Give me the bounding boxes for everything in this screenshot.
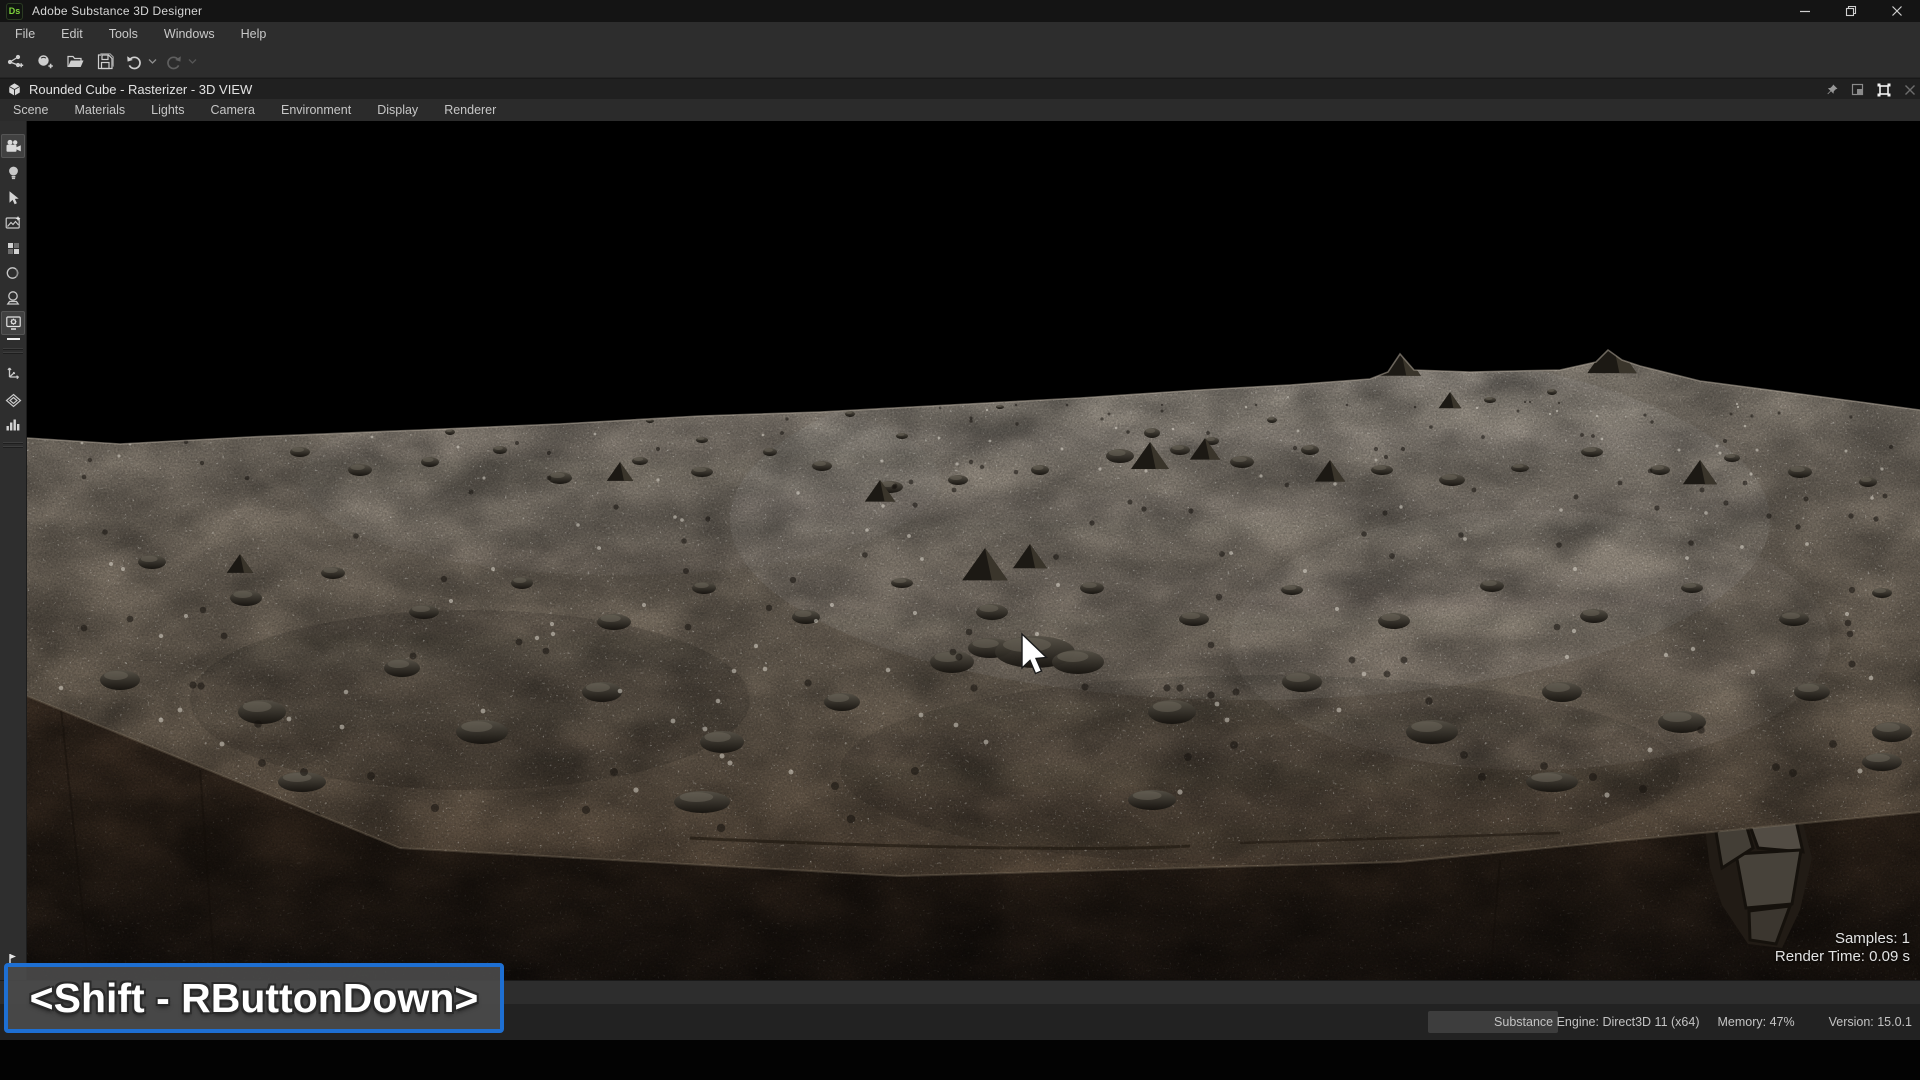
redo-options-chevron-icon[interactable]	[188, 49, 197, 75]
select-tool-icon[interactable]	[1, 186, 25, 210]
open-file-icon[interactable]	[62, 49, 88, 75]
viewport-tool-column	[0, 121, 27, 980]
maximize-icon[interactable]	[1876, 82, 1892, 98]
view-menu-materials[interactable]: Materials	[61, 99, 138, 121]
cube-icon	[7, 82, 22, 97]
undo-options-chevron-icon[interactable]	[148, 49, 157, 75]
keystroke-text: <Shift - RButtonDown>	[30, 975, 479, 1022]
window-title: Adobe Substance 3D Designer	[32, 4, 202, 18]
view-menu-environment[interactable]: Environment	[268, 99, 364, 121]
bottom-black-strip	[0, 1040, 1920, 1080]
render-time-label: Render Time: 0.09 s	[1775, 948, 1910, 966]
tool-separator	[3, 446, 23, 448]
render-settings-active-marker	[7, 338, 20, 340]
light-tool-icon[interactable]	[1, 161, 25, 185]
menu-bar: File Edit Tools Windows Help	[0, 22, 1920, 46]
tool-separator	[3, 348, 23, 350]
uv-view-icon[interactable]	[1, 388, 25, 412]
sphere-view-icon[interactable]	[1, 261, 25, 285]
menu-windows[interactable]: Windows	[151, 22, 228, 46]
menu-tools[interactable]: Tools	[96, 22, 151, 46]
menu-edit[interactable]: Edit	[48, 22, 96, 46]
dock-icon[interactable]	[1851, 83, 1864, 96]
undo-icon[interactable]	[122, 49, 146, 75]
panel-title: Rounded Cube - Rasterizer - 3D VIEW	[29, 82, 252, 97]
close-button[interactable]	[1874, 0, 1920, 22]
save-icon[interactable]	[92, 49, 118, 75]
redo-icon[interactable]	[162, 49, 186, 75]
new-package-icon[interactable]	[32, 49, 58, 75]
camera-tool-icon[interactable]	[1, 134, 25, 158]
title-bar: Ds Adobe Substance 3D Designer	[0, 0, 1920, 22]
view-menu-lights[interactable]: Lights	[138, 99, 197, 121]
restore-button[interactable]	[1828, 0, 1874, 22]
view-menu-camera[interactable]: Camera	[198, 99, 268, 121]
tool-separator	[3, 352, 23, 354]
histogram-icon[interactable]	[1, 412, 25, 436]
app-logo-icon: Ds	[6, 3, 23, 20]
pin-icon[interactable]	[1825, 83, 1839, 97]
view-menu-scene[interactable]: Scene	[0, 99, 61, 121]
render-stats: Samples: 1 Render Time: 0.09 s	[1775, 930, 1910, 966]
close-panel-icon[interactable]	[1904, 84, 1916, 96]
status-text-group: Substance Engine: Direct3D 11 (x64) Memo…	[1476, 1004, 1912, 1040]
version-status: Version: 15.0.1	[1829, 1015, 1912, 1029]
viewport-3d[interactable]: Samples: 1 Render Time: 0.09 s	[27, 121, 1920, 980]
tool-separator	[3, 442, 23, 444]
samples-label: Samples: 1	[1775, 930, 1910, 948]
view3d-panel-header[interactable]: Rounded Cube - Rasterizer - 3D VIEW	[0, 78, 1920, 100]
rendered-scene	[27, 121, 1920, 980]
new-graph-icon[interactable]	[2, 49, 28, 75]
view-menu-renderer[interactable]: Renderer	[431, 99, 509, 121]
material-tool-icon[interactable]	[1, 236, 25, 260]
keystroke-overlay: <Shift - RButtonDown>	[4, 963, 504, 1033]
render-settings-icon[interactable]	[1, 311, 25, 335]
environment-tool-icon[interactable]	[1, 211, 25, 235]
menu-help[interactable]: Help	[228, 22, 280, 46]
display-mode-icon[interactable]	[1, 286, 25, 310]
engine-status: Substance Engine: Direct3D 11 (x64)	[1494, 1015, 1699, 1029]
main-toolbar	[0, 46, 1920, 78]
menu-file[interactable]: File	[2, 22, 48, 46]
transform-gizmo-icon[interactable]	[1, 360, 25, 384]
view3d-menu-bar: Scene Materials Lights Camera Environmen…	[0, 99, 1920, 121]
view-menu-display[interactable]: Display	[364, 99, 431, 121]
memory-status: Memory: 47%	[1717, 1015, 1794, 1029]
minimize-button[interactable]	[1782, 0, 1828, 22]
